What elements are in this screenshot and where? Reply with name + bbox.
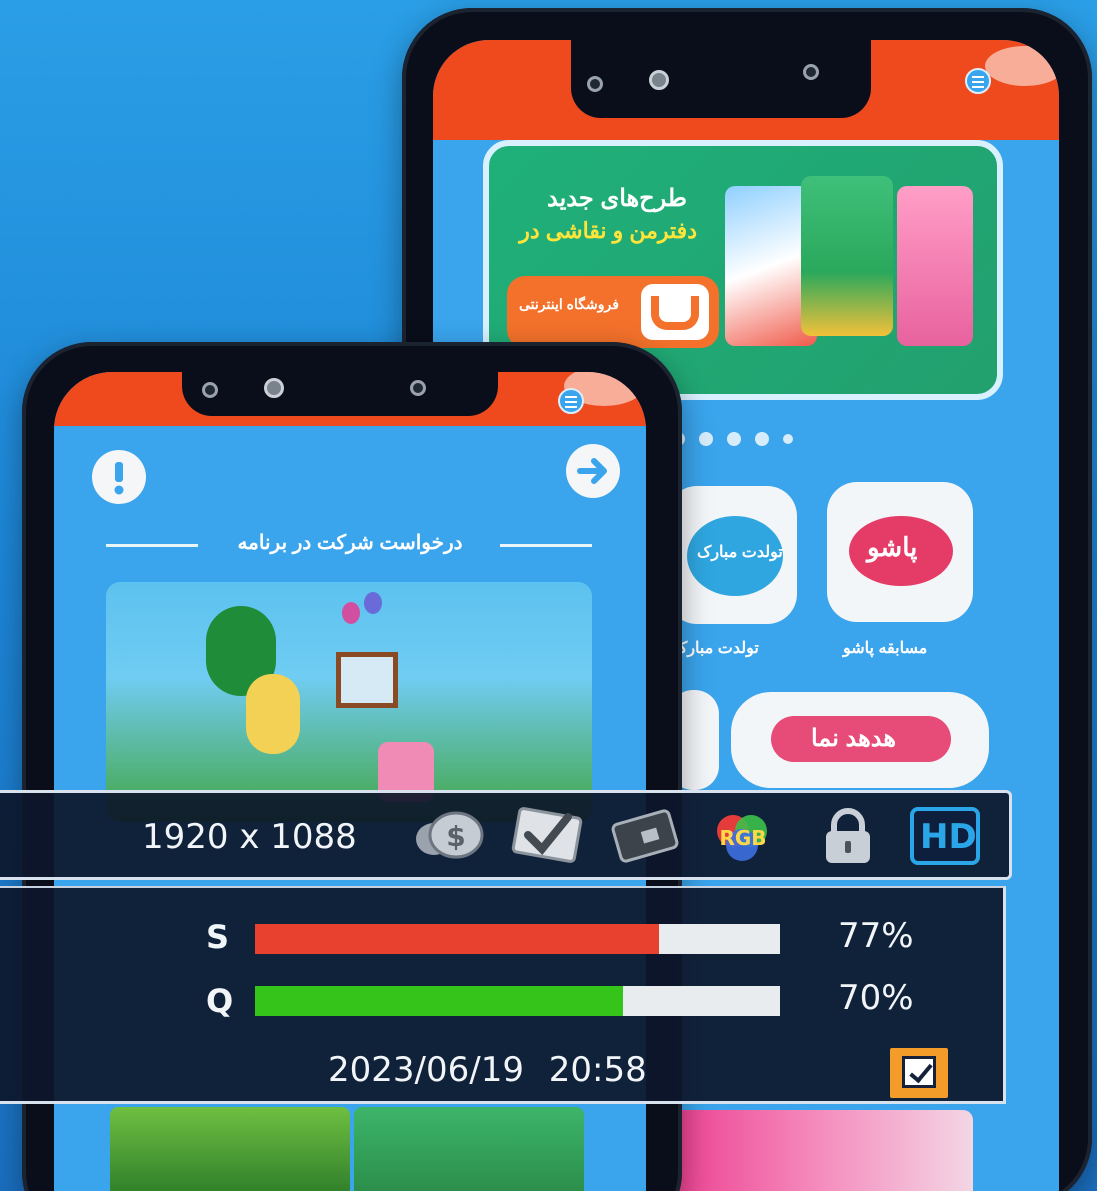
camera-icon: [649, 70, 669, 90]
section-title: درخواست شرکت در برنامه: [237, 532, 463, 554]
app-tile-birthday[interactable]: تولدت مبارک: [667, 486, 797, 624]
camera-icon: [264, 378, 284, 398]
checkbox-icon[interactable]: [890, 1048, 948, 1098]
shop-logo-icon: [641, 284, 709, 340]
signal-strength-bar: [255, 924, 780, 954]
hd-icon: HD: [910, 807, 980, 865]
hodhod-logo-text: هدهد نما: [811, 725, 897, 752]
checked-card-icon: [511, 807, 583, 863]
osd-signal-panel: S 77% Q 70% 2023/06/19 20:58: [0, 886, 1006, 1104]
notebook-image: [897, 186, 973, 346]
app-label-pasho: مسابقه پاشو: [843, 640, 928, 657]
sensor-icon: [587, 76, 603, 92]
resolution-text: 1920 x 1088: [142, 817, 357, 857]
program-thumbnail[interactable]: [354, 1107, 584, 1191]
title-divider-right: [500, 544, 592, 547]
rgb-icon: RGB: [717, 815, 767, 861]
carousel-dot[interactable]: [755, 432, 769, 446]
exclamation-icon: [114, 462, 124, 495]
app-tile-pasho[interactable]: پاشو: [827, 482, 973, 622]
pasho-logo-text: پاشو: [867, 532, 918, 562]
bird-character: [246, 674, 300, 754]
sensor-icon: [410, 380, 426, 396]
date-text: 2023/06/19: [328, 1050, 524, 1090]
program-illustration: [106, 582, 592, 822]
signal-strength-fill: [255, 924, 660, 954]
scrambled-card-icon: [611, 809, 679, 863]
phone-notch: [571, 40, 871, 118]
program-thumbnail[interactable]: [110, 1107, 350, 1191]
signal-quality-fill: [255, 986, 623, 1016]
notebook-image: [801, 176, 893, 336]
shop-label: فروشگاه اینترنتی: [519, 296, 619, 312]
sensor-icon: [202, 382, 218, 398]
birthday-logo-text: تولدت مبارک: [697, 544, 783, 561]
carousel-dot[interactable]: [783, 434, 793, 444]
svg-text:$: $: [446, 820, 465, 853]
time-text: 20:58: [548, 1050, 647, 1090]
menu-icon[interactable]: [965, 68, 991, 94]
signal-label: S: [206, 918, 230, 956]
arrow-right-icon: [577, 458, 607, 484]
osd-info-bar: 1920 x 1088 $ RGB HD: [0, 790, 1012, 880]
carousel-dot[interactable]: [699, 432, 713, 446]
signal-percent: 77%: [838, 916, 914, 956]
phone-notch: [182, 372, 498, 416]
banner-title: طرح‌های جدید: [547, 185, 687, 212]
quality-label: Q: [206, 982, 234, 1020]
app-label-birthday: تولدت مبارک: [673, 640, 759, 657]
shop-button[interactable]: فروشگاه اینترنتی: [507, 276, 719, 348]
banner-subtitle: دفترمن و نقاشی در: [519, 218, 697, 243]
back-button[interactable]: [566, 444, 620, 498]
quality-percent: 70%: [838, 978, 914, 1018]
easel-frame: [336, 652, 398, 708]
svg-text:RGB: RGB: [719, 826, 766, 850]
carousel-dots: [671, 432, 793, 446]
dollar-coin-icon: $: [416, 811, 484, 859]
balloon: [342, 602, 360, 624]
balloon: [364, 592, 382, 614]
bottom-banner-image[interactable]: [663, 1110, 973, 1191]
sensor-icon: [803, 64, 819, 80]
info-button[interactable]: [92, 450, 146, 504]
date-time: 2023/06/19 20:58: [328, 1050, 647, 1090]
menu-icon[interactable]: [558, 388, 584, 414]
menu-bubble: [985, 46, 1059, 86]
lock-icon: [826, 808, 870, 863]
signal-quality-bar: [255, 986, 780, 1016]
carousel-dot[interactable]: [727, 432, 741, 446]
app-tile-hodhod[interactable]: هدهد نما: [731, 692, 989, 788]
